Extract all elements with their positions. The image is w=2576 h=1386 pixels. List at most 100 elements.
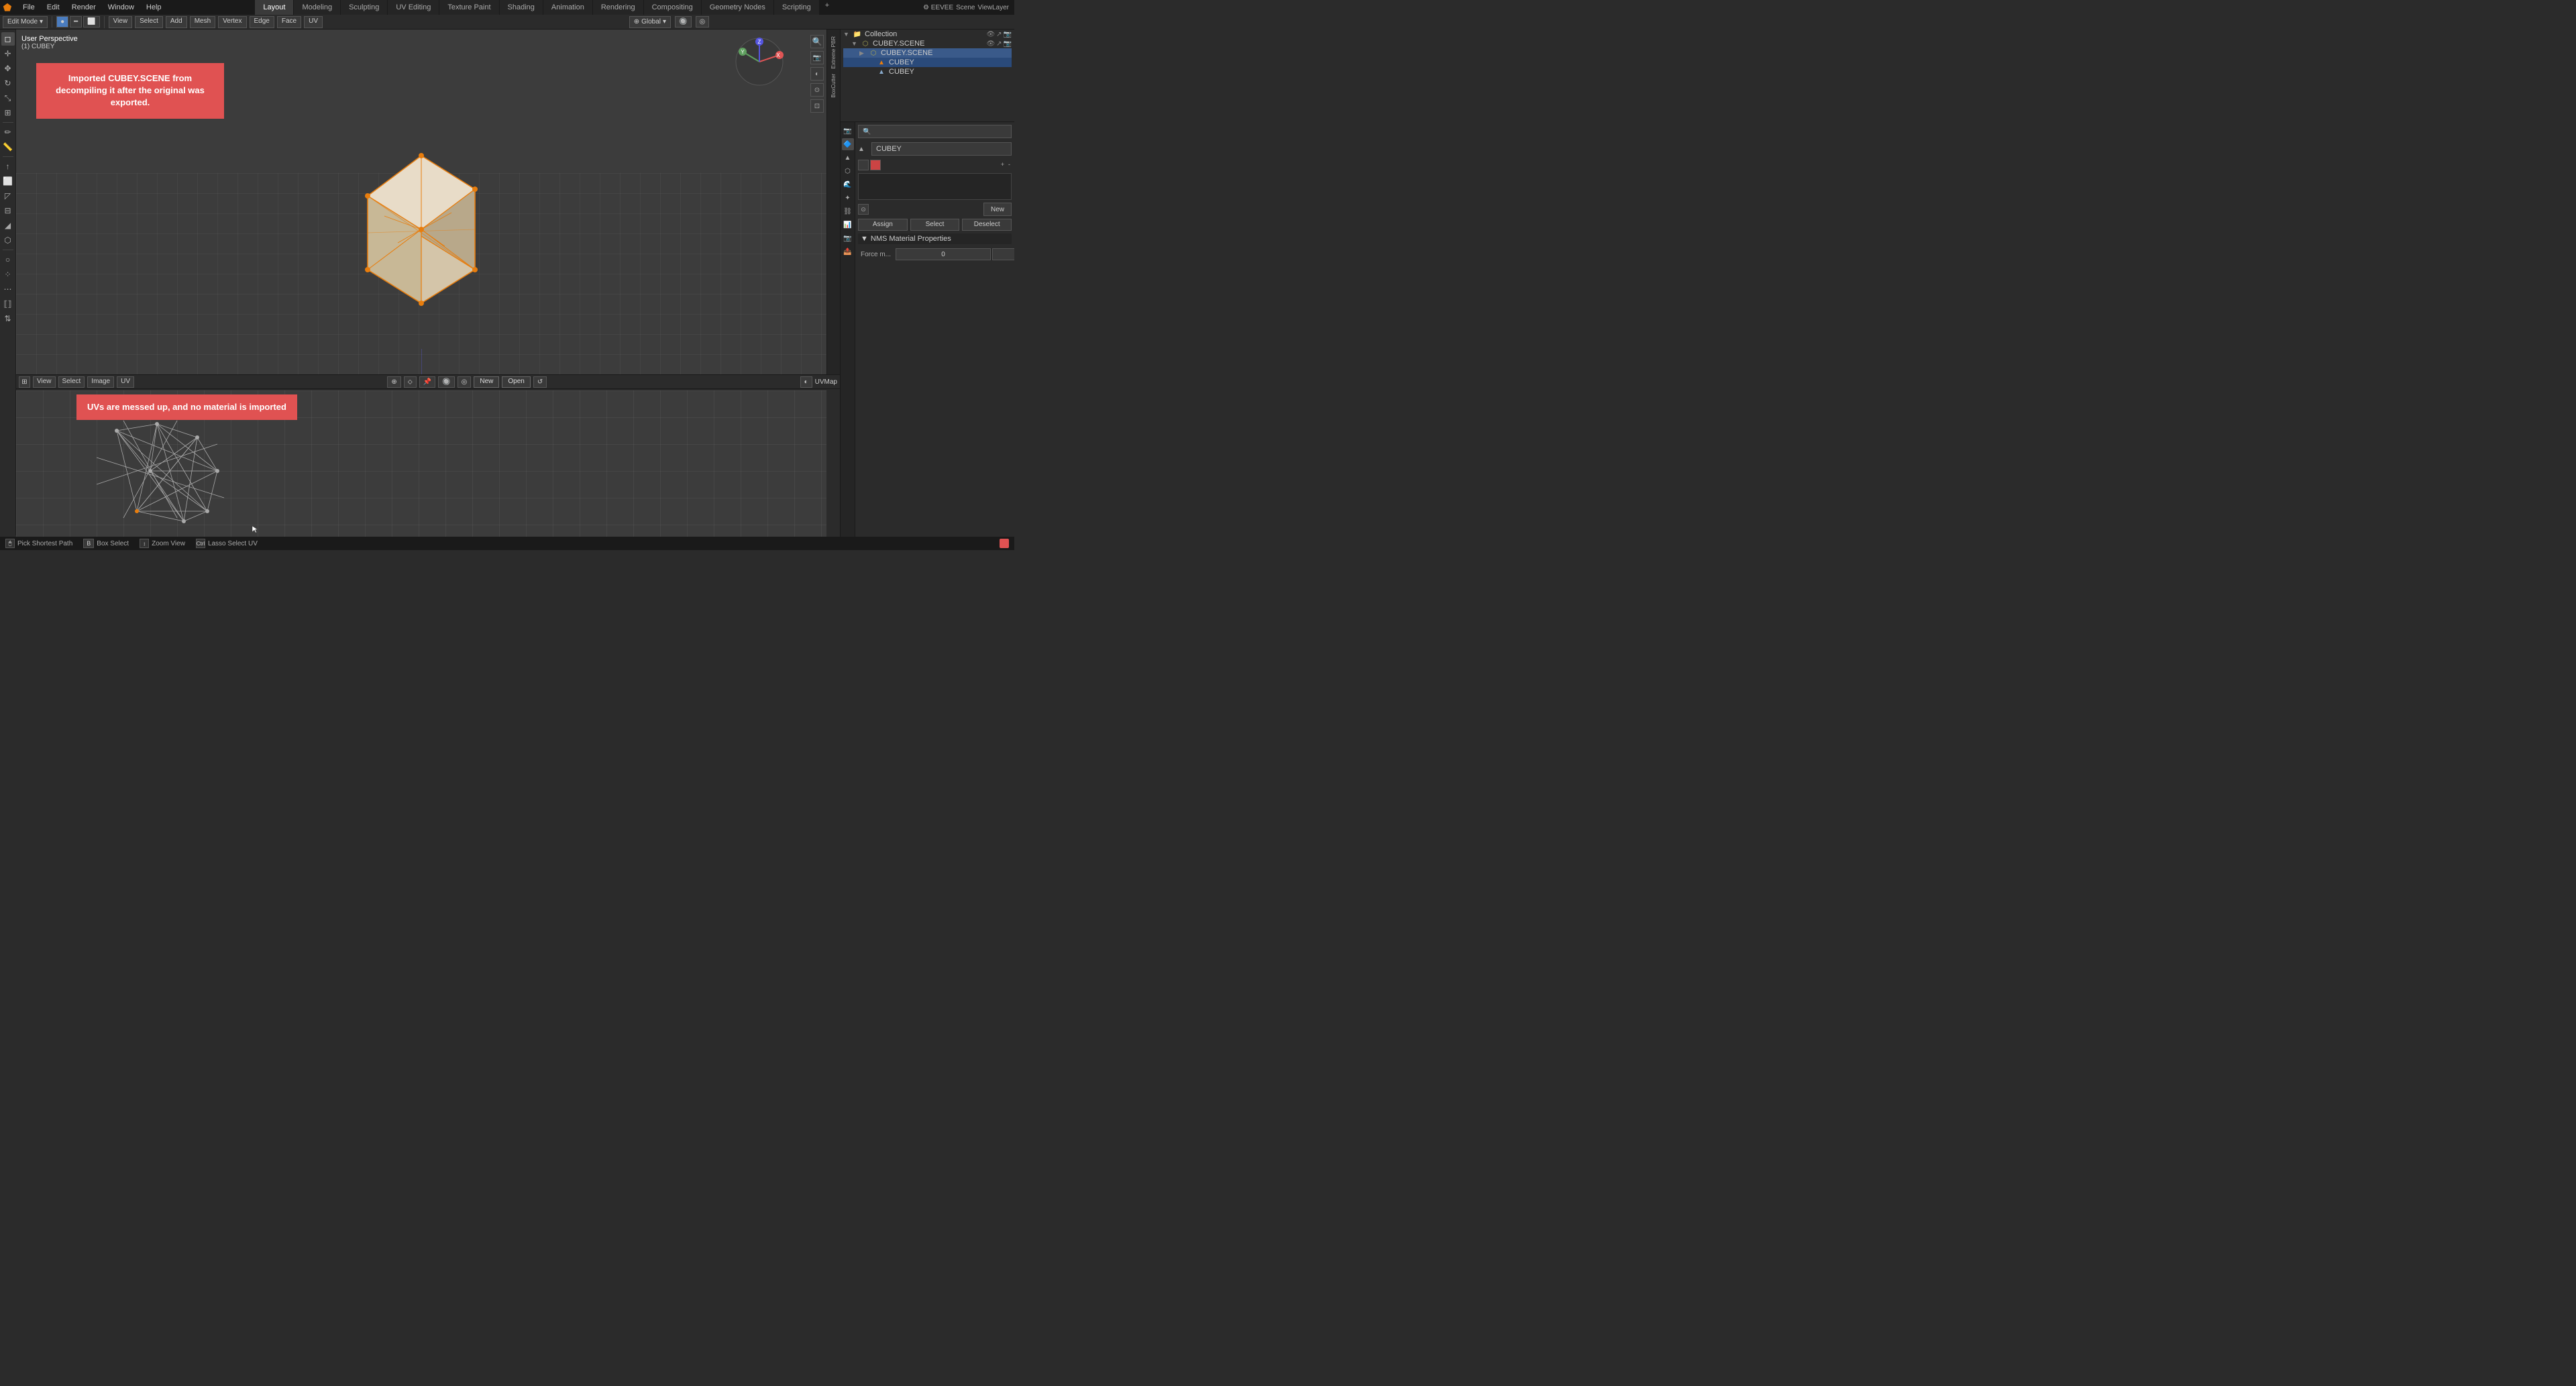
vertex-menu-btn[interactable]: Vertex (218, 16, 246, 28)
force-m-field-1[interactable] (896, 248, 991, 260)
uv-reload-btn[interactable]: ↺ (533, 376, 547, 388)
uv-sync-btn[interactable]: ⊕ (387, 376, 400, 388)
uv-menu-btn[interactable]: UV (304, 16, 323, 28)
menu-edit[interactable]: Edit (42, 2, 65, 13)
tool-push-pull[interactable]: ⇅ (1, 312, 15, 325)
engine-selector[interactable]: ⚙ EEVEE (923, 4, 953, 11)
prop-name-input[interactable] (871, 142, 1012, 156)
face-select-btn[interactable]: ⬜ (83, 16, 99, 28)
new-material-btn[interactable]: New (983, 203, 1012, 216)
scene-selector[interactable]: Scene (956, 4, 975, 11)
tool-scale[interactable]: ⤡ (1, 91, 15, 105)
xray-btn[interactable]: ⊡ (810, 99, 824, 113)
visibility-select-2[interactable]: ↗ (996, 40, 1002, 48)
menu-render[interactable]: Render (66, 2, 101, 13)
assign-btn[interactable]: Assign (858, 219, 908, 231)
zoom-in-btn[interactable]: 🔍 (810, 35, 824, 48)
tab-compositing[interactable]: Compositing (644, 0, 702, 15)
visibility-eye[interactable]: 👁 (986, 31, 995, 38)
uv-uv-btn[interactable]: UV (117, 376, 134, 388)
tool-polyloop[interactable]: ⬡ (1, 233, 15, 247)
force-m-field-2[interactable] (992, 248, 1014, 260)
select-btn[interactable]: Select (910, 219, 960, 231)
color-slot-2[interactable] (870, 160, 881, 170)
menu-file[interactable]: File (17, 2, 40, 13)
mesh-menu-btn[interactable]: Mesh (190, 16, 215, 28)
tree-item-cubey-data[interactable]: ▲ CUBEY (843, 67, 1012, 76)
tab-animation[interactable]: Animation (543, 0, 593, 15)
tool-edge-slide[interactable]: ⋯ (1, 282, 15, 296)
face-menu-btn[interactable]: Face (277, 16, 301, 28)
edge-select-btn[interactable]: ━ (70, 16, 82, 28)
global-dropdown[interactable]: ⊕Global▾ (629, 16, 671, 28)
tool-move[interactable]: ✥ (1, 62, 15, 75)
proportional-btn[interactable]: ◎ (696, 16, 710, 28)
tool-cursor[interactable]: ✛ (1, 47, 15, 60)
uv-snap-btn[interactable]: 🔘 (438, 376, 454, 388)
extreme-pbr-tab[interactable]: Extreme PBR (830, 36, 837, 68)
prop-icon-constraints[interactable]: ⛓ (842, 205, 854, 217)
tool-randomize[interactable]: ⁘ (1, 268, 15, 281)
uv-display-mode[interactable]: ◐ (800, 376, 812, 388)
tab-scripting[interactable]: Scripting (774, 0, 820, 15)
tool-smooth[interactable]: ○ (1, 253, 15, 266)
prop-icon-object[interactable]: 🔷 (842, 138, 854, 150)
color-slot-1[interactable] (858, 160, 869, 170)
tab-texture-paint[interactable]: Texture Paint (439, 0, 499, 15)
select-menu-btn[interactable]: Select (135, 16, 163, 28)
tab-rendering[interactable]: Rendering (593, 0, 644, 15)
tool-knife[interactable]: ◢ (1, 219, 15, 232)
uv-view-btn[interactable]: View (33, 376, 56, 388)
visibility-render-2[interactable]: 📷 (1004, 40, 1012, 48)
tree-item-cubey-mesh[interactable]: ▲ CUBEY (843, 58, 1012, 67)
deselect-btn[interactable]: Deselect (962, 219, 1012, 231)
prop-icon-mesh[interactable]: ▲ (842, 152, 854, 164)
prop-icon-data[interactable]: 📊 (842, 219, 854, 231)
material-slot-area[interactable] (858, 173, 1012, 200)
visibility-render[interactable]: 📷 (1004, 31, 1012, 38)
camera-btn[interactable]: 📷 (810, 51, 824, 64)
uv-new-btn[interactable]: New (474, 376, 499, 388)
mode-dropdown[interactable]: Edit Mode ▾ (3, 16, 48, 28)
tab-modeling[interactable]: Modeling (294, 0, 341, 15)
menu-help[interactable]: Help (141, 2, 167, 13)
tab-layout[interactable]: Layout (255, 0, 294, 15)
overlay-btn[interactable]: ⊙ (810, 83, 824, 97)
uv-editor-icon[interactable]: ⊞ (19, 376, 30, 388)
boxcutter-tab[interactable]: BoxCutter (830, 74, 837, 98)
prop-icon-particles[interactable]: ✦ (842, 192, 854, 204)
uv-select-btn[interactable]: Select (58, 376, 85, 388)
edge-menu-btn[interactable]: Edge (250, 16, 274, 28)
vertex-select-btn[interactable]: ● (56, 16, 68, 28)
tool-select[interactable]: ◻ (1, 32, 15, 46)
prop-icon-scene[interactable]: 📷 (842, 125, 854, 137)
tool-annotate[interactable]: ✏ (1, 125, 15, 139)
uv-sticky-btn[interactable]: 📌 (419, 376, 435, 388)
visibility-eye-2[interactable]: 👁 (986, 40, 995, 48)
tool-inset[interactable]: ⬜ (1, 174, 15, 188)
viewlayer-selector[interactable]: ViewLayer (977, 4, 1009, 11)
prop-icon-physics[interactable]: 🌊 (842, 178, 854, 191)
tab-geometry-nodes[interactable]: Geometry Nodes (702, 0, 774, 15)
tab-sculpting[interactable]: Sculpting (341, 0, 388, 15)
viewport-shading-btn[interactable]: ◐ (810, 67, 824, 81)
tree-item-cubey-scene-2[interactable]: ▶ ⬡ CUBEY.SCENE (843, 48, 1012, 58)
remove-material-slot-btn[interactable]: - (1007, 160, 1012, 170)
tool-extrude[interactable]: ↑ (1, 160, 15, 173)
nms-props-header[interactable]: ▼ NMS Material Properties (858, 233, 1012, 244)
tool-measure[interactable]: 📏 (1, 140, 15, 154)
prop-icon-render[interactable]: 📷 (842, 232, 854, 244)
uv-open-btn[interactable]: Open (502, 376, 530, 388)
mat-preview-type[interactable]: ⊙ (858, 204, 869, 215)
add-material-slot-btn[interactable]: + (1000, 160, 1006, 170)
visibility-select[interactable]: ↗ (996, 31, 1002, 38)
tab-shading[interactable]: Shading (500, 0, 543, 15)
menu-window[interactable]: Window (103, 2, 140, 13)
tree-item-cubey-scene-1[interactable]: ▼ ⬡ CUBEY.SCENE 👁 ↗ 📷 (843, 39, 1012, 48)
tool-bevel[interactable]: ◸ (1, 189, 15, 203)
prop-search-input[interactable] (858, 125, 1012, 138)
view-menu-btn[interactable]: View (109, 16, 133, 28)
tool-loop-cut[interactable]: ⊟ (1, 204, 15, 217)
prop-icon-material[interactable]: ⬡ (842, 165, 854, 177)
tool-rotate[interactable]: ↻ (1, 76, 15, 90)
